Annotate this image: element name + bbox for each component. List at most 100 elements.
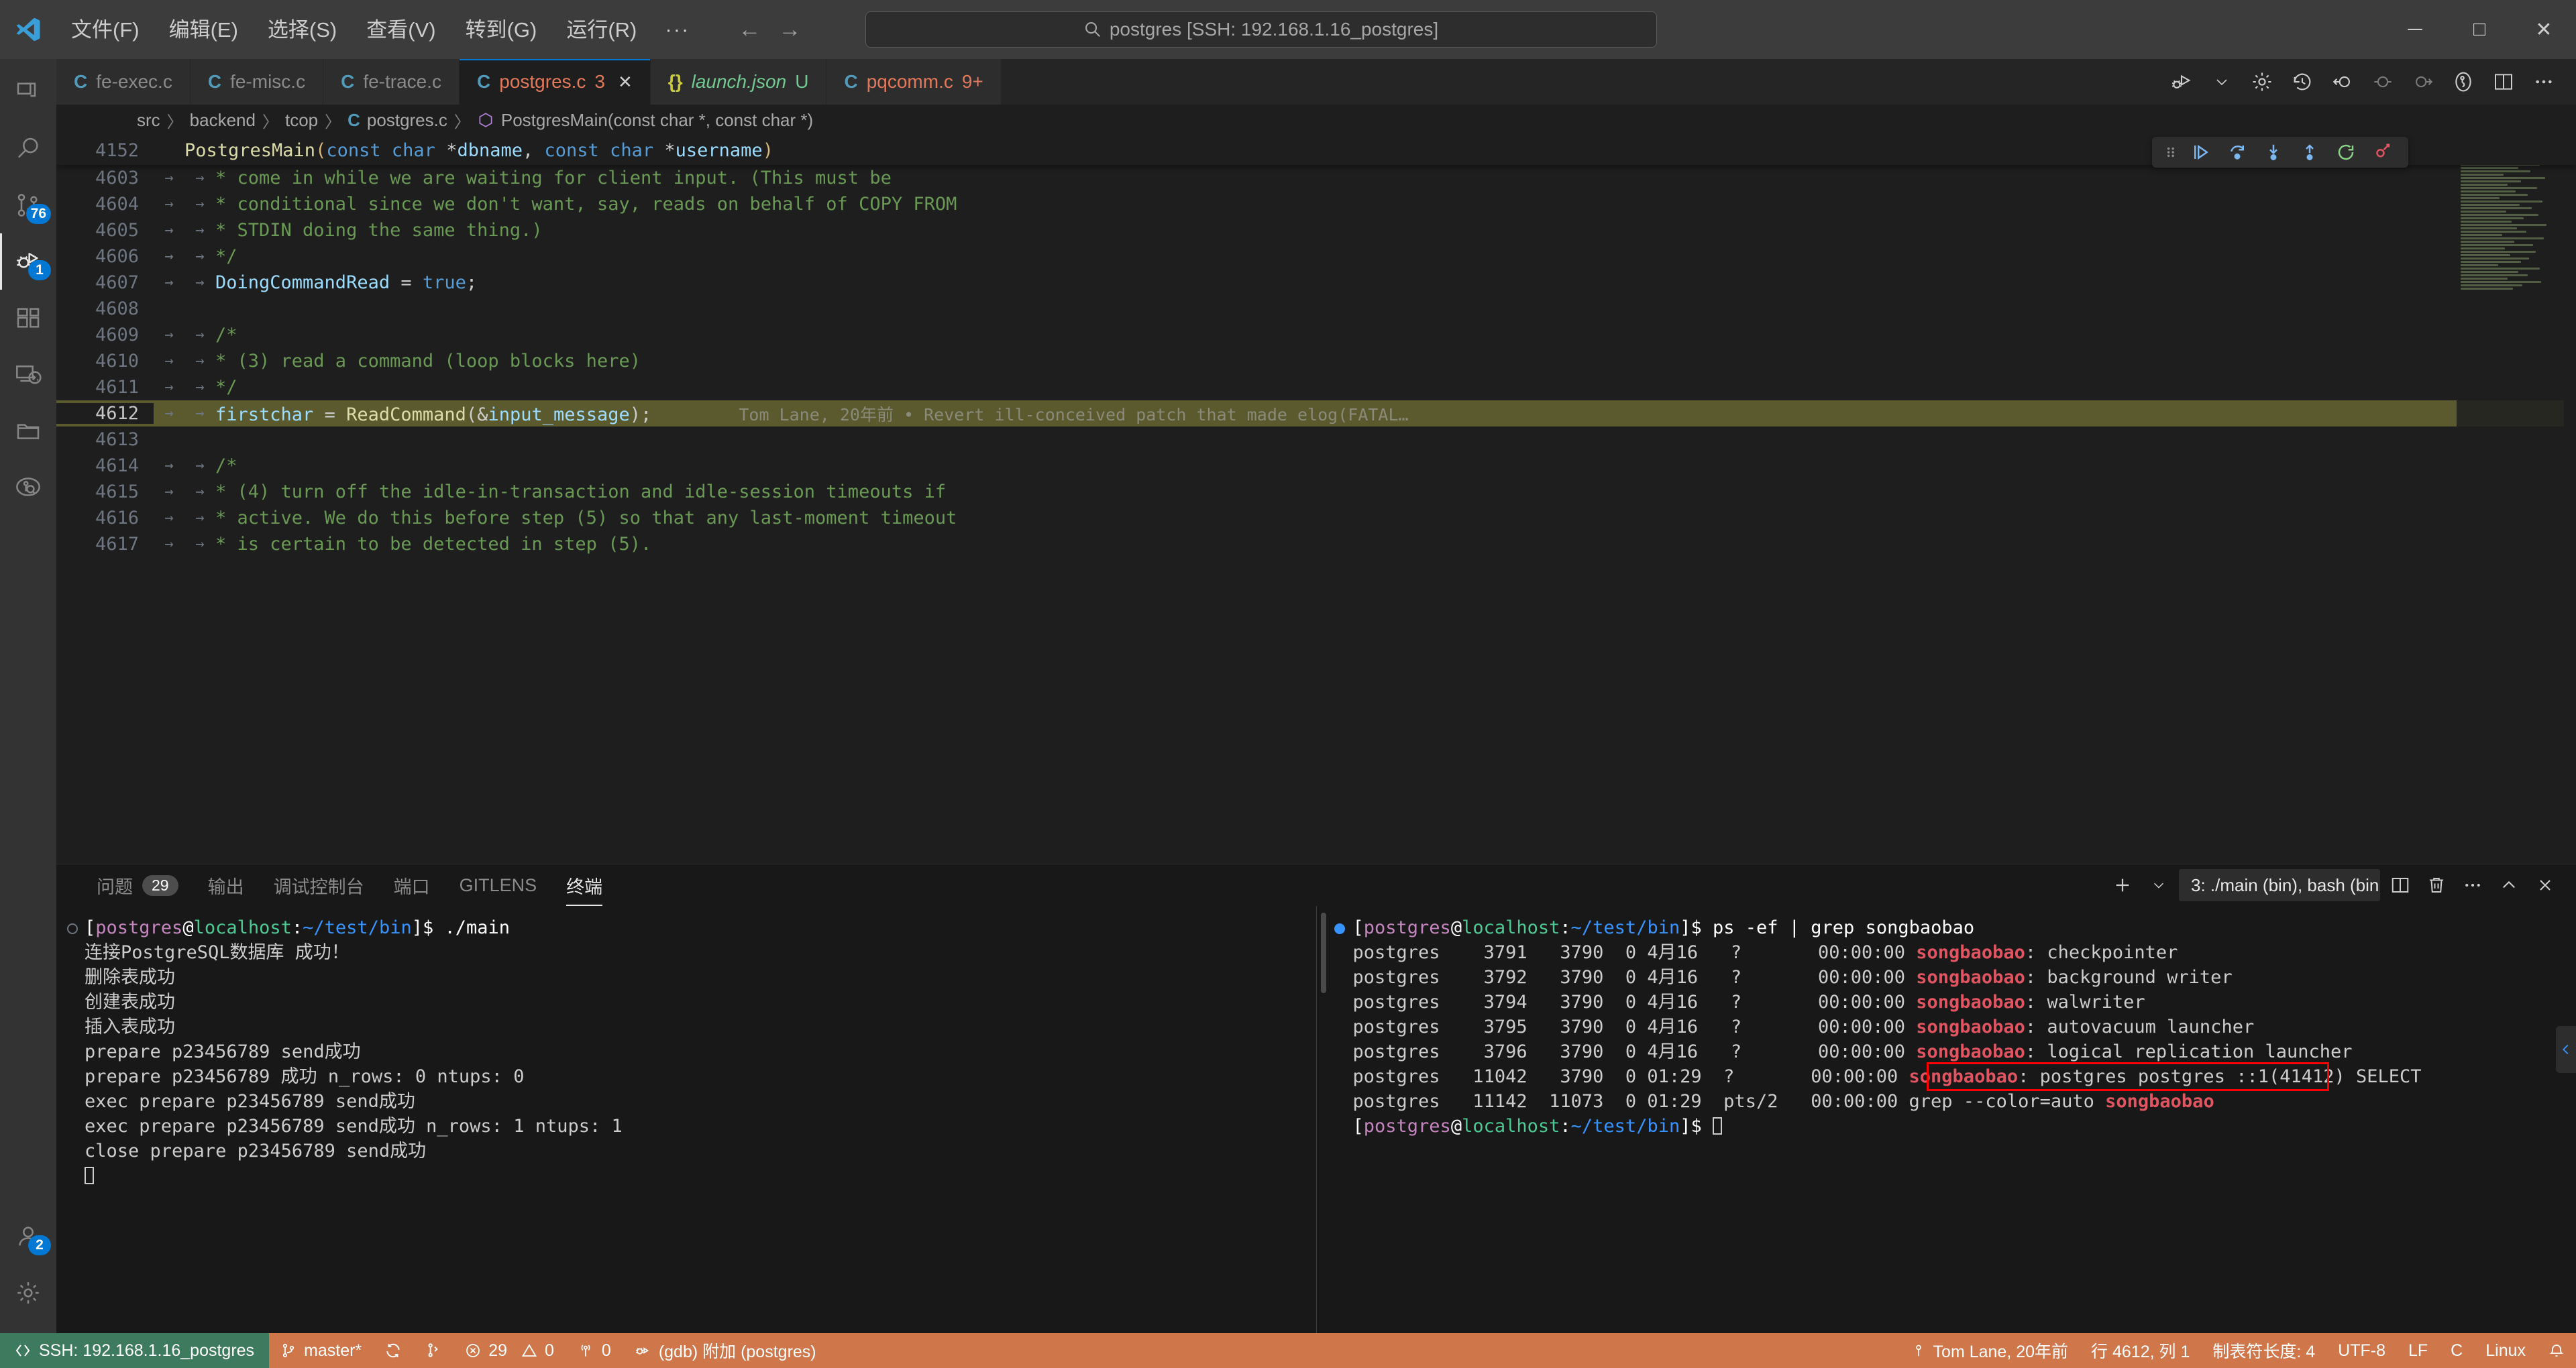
menu-selection[interactable]: 选择(S) xyxy=(253,13,352,47)
menu-edit[interactable]: 编辑(E) xyxy=(154,13,253,47)
gitlens-icon[interactable] xyxy=(2445,59,2482,105)
terminal-left[interactable]: [postgres@localhost:~/test/bin]$ ./main … xyxy=(56,906,1316,1333)
restart-button[interactable] xyxy=(2330,142,2361,162)
menu-file[interactable]: 文件(F) xyxy=(56,13,154,47)
maximize-button[interactable]: □ xyxy=(2447,0,2512,59)
history-icon[interactable] xyxy=(2284,59,2321,105)
tab-fe-exec-c[interactable]: C fe-exec.c xyxy=(56,59,191,105)
activity-gitlens-icon[interactable] xyxy=(0,459,56,515)
minimap[interactable] xyxy=(2457,135,2564,864)
secondary-sidebar-toggle[interactable] xyxy=(2556,1026,2576,1073)
menu-view[interactable]: 查看(V) xyxy=(352,13,450,47)
tab-fe-trace-c[interactable]: C fe-trace.c xyxy=(323,59,460,105)
status-cursor-position[interactable]: 行 4612, 列 1 xyxy=(2080,1333,2201,1368)
new-terminal-dropdown-icon[interactable] xyxy=(2143,864,2175,906)
continue-button[interactable] xyxy=(2186,142,2216,162)
terminal-selector[interactable]: 3: ./main (bin), bash (bin xyxy=(2179,869,2380,901)
kill-terminal-button[interactable] xyxy=(2420,864,2453,906)
code-line: 4611 → → */ xyxy=(56,374,2576,400)
panel-tab-terminal[interactable]: 终端 xyxy=(551,864,617,906)
tab-fe-misc-c[interactable]: C fe-misc.c xyxy=(190,59,324,105)
status-tab-size[interactable]: 制表符长度: 4 xyxy=(2201,1333,2326,1368)
status-branch[interactable]: master* xyxy=(269,1333,373,1368)
commit-circle-icon[interactable] xyxy=(2364,59,2402,105)
status-ports[interactable]: 0 xyxy=(566,1333,623,1368)
activity-source-control-icon[interactable]: 76 xyxy=(0,177,56,233)
new-terminal-button[interactable] xyxy=(2106,864,2139,906)
panel-tab-debug-console[interactable]: 调试控制台 xyxy=(259,864,379,906)
terminal-right[interactable]: [postgres@localhost:~/test/bin]$ ps -ef … xyxy=(1316,906,2576,1333)
breadcrumb-tcop[interactable]: tcop xyxy=(285,110,318,131)
close-icon[interactable]: ✕ xyxy=(618,72,633,93)
status-eol[interactable]: LF xyxy=(2397,1333,2439,1368)
command-center-text: postgres [SSH: 192.168.1.16_postgres] xyxy=(1109,19,1439,40)
activity-folder-icon[interactable] xyxy=(0,402,56,459)
close-panel-button[interactable] xyxy=(2529,864,2561,906)
panel-tab-output[interactable]: 输出 xyxy=(193,864,259,906)
status-blame[interactable]: Tom Lane, 20年前 xyxy=(1900,1333,2080,1368)
panel-tab-ports[interactable]: 端口 xyxy=(379,864,445,906)
split-editor-icon[interactable] xyxy=(2485,59,2522,105)
code-line: 4616 → → * active. We do this before ste… xyxy=(56,505,2576,531)
status-platform[interactable]: Linux xyxy=(2474,1333,2537,1368)
run-and-debug-button[interactable] xyxy=(2163,59,2200,105)
minimize-button[interactable]: ─ xyxy=(2383,0,2447,59)
tab-pqcomm-c[interactable]: C pqcomm.c 9+ xyxy=(826,59,1002,105)
status-debug-session[interactable]: (gdb) 附加 (postgres) xyxy=(623,1333,828,1368)
activity-run-and-debug-icon[interactable]: 1 xyxy=(0,233,56,290)
status-remote-sync[interactable] xyxy=(413,1333,453,1368)
breadcrumb-src[interactable]: src xyxy=(137,110,160,131)
activity-settings-gear-icon[interactable] xyxy=(0,1265,56,1321)
settings-gear-icon[interactable] xyxy=(2243,59,2281,105)
panel-more-actions-icon[interactable] xyxy=(2457,864,2489,906)
status-encoding[interactable]: UTF-8 xyxy=(2326,1333,2397,1368)
close-button[interactable]: ✕ xyxy=(2512,0,2576,59)
command-center-search[interactable]: postgres [SSH: 192.168.1.16_postgres] xyxy=(865,11,1657,48)
maximize-panel-button[interactable] xyxy=(2493,864,2525,906)
status-problems[interactable]: 29 0 xyxy=(453,1333,566,1368)
activity-search-icon[interactable] xyxy=(0,121,56,177)
split-terminal-button[interactable] xyxy=(2384,864,2416,906)
panel-tab-gitlens[interactable]: GITLENS xyxy=(445,864,552,906)
step-over-button[interactable] xyxy=(2222,142,2253,162)
menu-more[interactable]: ··· xyxy=(651,11,703,48)
activity-accounts-icon[interactable]: 2 xyxy=(0,1208,56,1265)
terminal-left-scrollbar[interactable] xyxy=(1305,906,1316,1333)
status-notifications-bell-icon[interactable] xyxy=(2537,1333,2576,1368)
indent-arrow-icon: → xyxy=(164,196,174,213)
disconnect-button[interactable] xyxy=(2367,142,2398,162)
command-decoration-icon[interactable] xyxy=(1334,923,1345,934)
editor-scrollbar[interactable] xyxy=(2564,135,2576,864)
menu-go[interactable]: 转到(G) xyxy=(451,13,552,47)
status-remote-indicator[interactable]: SSH: 192.168.1.16_postgres xyxy=(0,1333,270,1368)
more-actions-icon[interactable] xyxy=(2525,59,2563,105)
process-fields: postgres 3794 3790 0 4月16 ? 00:00:00 xyxy=(1352,992,1917,1013)
status-language-mode[interactable]: C xyxy=(2439,1333,2474,1368)
activity-extensions-icon[interactable] xyxy=(0,290,56,346)
next-change-icon[interactable] xyxy=(2404,59,2442,105)
code-text: */ xyxy=(215,246,237,267)
status-sync[interactable] xyxy=(373,1333,413,1368)
breadcrumb-symbol[interactable]: PostgresMain(const char *, const char *) xyxy=(501,110,813,131)
activity-explorer-icon[interactable] xyxy=(0,64,56,121)
c-file-icon: C xyxy=(347,109,360,130)
command-decoration-icon[interactable] xyxy=(67,923,78,934)
breadcrumb-file[interactable]: postgres.c xyxy=(367,110,447,131)
drag-handle-icon[interactable] xyxy=(2163,144,2180,161)
inline-blame[interactable]: Tom Lane, 20年前 • Revert ill-conceived pa… xyxy=(739,405,1408,424)
panel-tab-problems[interactable]: 问题 29 xyxy=(82,864,193,906)
forward-arrow-icon[interactable]: → xyxy=(778,18,801,41)
tab-postgres-c[interactable]: C postgres.c 3 ✕ xyxy=(460,59,651,105)
tab-launch-json[interactable]: {} launch.json U xyxy=(650,59,827,105)
back-arrow-icon[interactable]: ← xyxy=(738,18,761,41)
step-into-button[interactable] xyxy=(2258,142,2289,162)
breadcrumb-backend[interactable]: backend xyxy=(190,110,256,131)
menu-run[interactable]: 运行(R) xyxy=(551,13,651,47)
code-editor[interactable]: 4603 → → * come in while we are waiting … xyxy=(56,135,2576,864)
chevron-down-icon[interactable] xyxy=(2203,59,2241,105)
activity-remote-explorer-icon[interactable] xyxy=(0,346,56,402)
indent-arrow-icon: → xyxy=(195,353,205,369)
previous-change-icon[interactable] xyxy=(2324,59,2361,105)
grep-match: songbaobao xyxy=(1909,1066,2019,1087)
step-out-button[interactable] xyxy=(2294,142,2325,162)
